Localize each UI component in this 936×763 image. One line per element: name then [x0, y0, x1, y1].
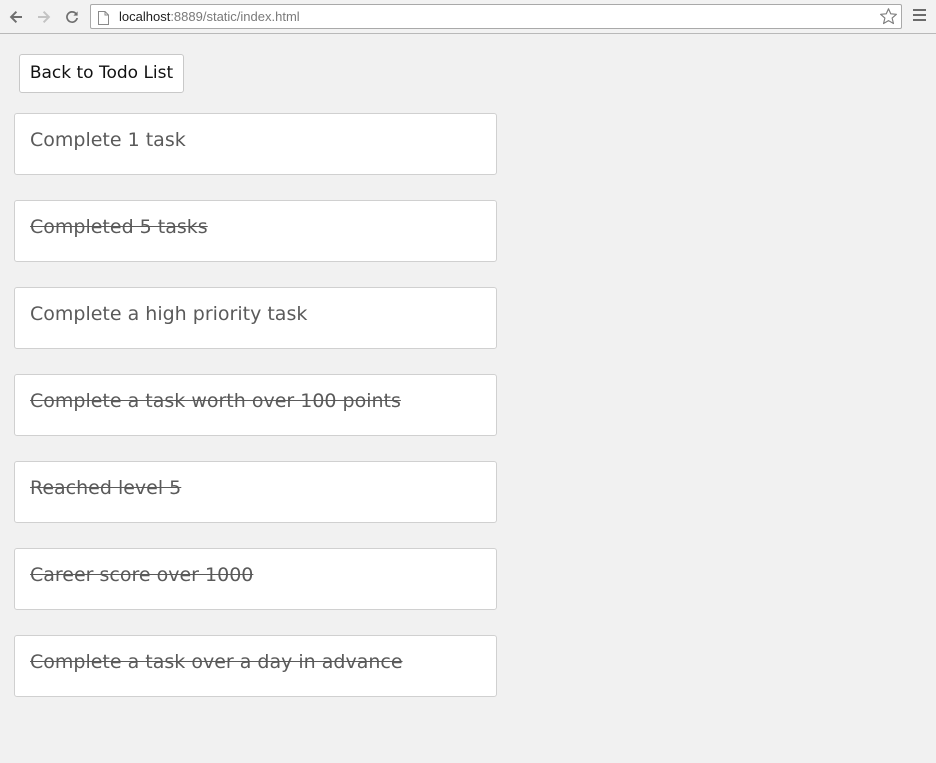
- forward-arrow-icon[interactable]: [33, 6, 55, 28]
- achievement-list: Complete 1 task Completed 5 tasks Complete…: [14, 113, 497, 722]
- achievement-label: Complete a high priority task: [30, 303, 308, 325]
- achievement-label: Complete a task worth over 100 points: [30, 390, 401, 412]
- url-host: localhost: [119, 9, 171, 24]
- achievement-item: Career score over 1000: [14, 548, 497, 610]
- back-to-todo-list-button[interactable]: Back to Todo List: [19, 54, 184, 93]
- achievement-label: Career score over 1000: [30, 564, 254, 586]
- page-icon: [98, 10, 109, 29]
- achievement-item: Reached level 5: [14, 461, 497, 523]
- achievement-item: Complete a task worth over 100 points: [14, 374, 497, 436]
- achievement-label: Complete a task over a day in advance: [30, 651, 403, 673]
- url-path: :8889/static/index.html: [170, 9, 300, 24]
- star-icon[interactable]: [879, 7, 898, 30]
- achievement-item: Complete a task over a day in advance: [14, 635, 497, 697]
- achievement-item: Complete 1 task: [14, 113, 497, 175]
- achievement-label: Complete 1 task: [30, 129, 186, 151]
- achievement-label: Reached level 5: [30, 477, 182, 499]
- achievement-item: Completed 5 tasks: [14, 200, 497, 262]
- url-text: localhost:8889/static/index.html: [119, 8, 300, 25]
- menu-icon[interactable]: [913, 9, 927, 23]
- achievement-item: Complete a high priority task: [14, 287, 497, 349]
- back-arrow-icon[interactable]: [5, 6, 27, 28]
- browser-toolbar: localhost:8889/static/index.html: [0, 0, 936, 34]
- address-bar[interactable]: localhost:8889/static/index.html: [90, 4, 902, 29]
- achievement-label: Completed 5 tasks: [30, 216, 208, 238]
- reload-icon[interactable]: [61, 6, 83, 28]
